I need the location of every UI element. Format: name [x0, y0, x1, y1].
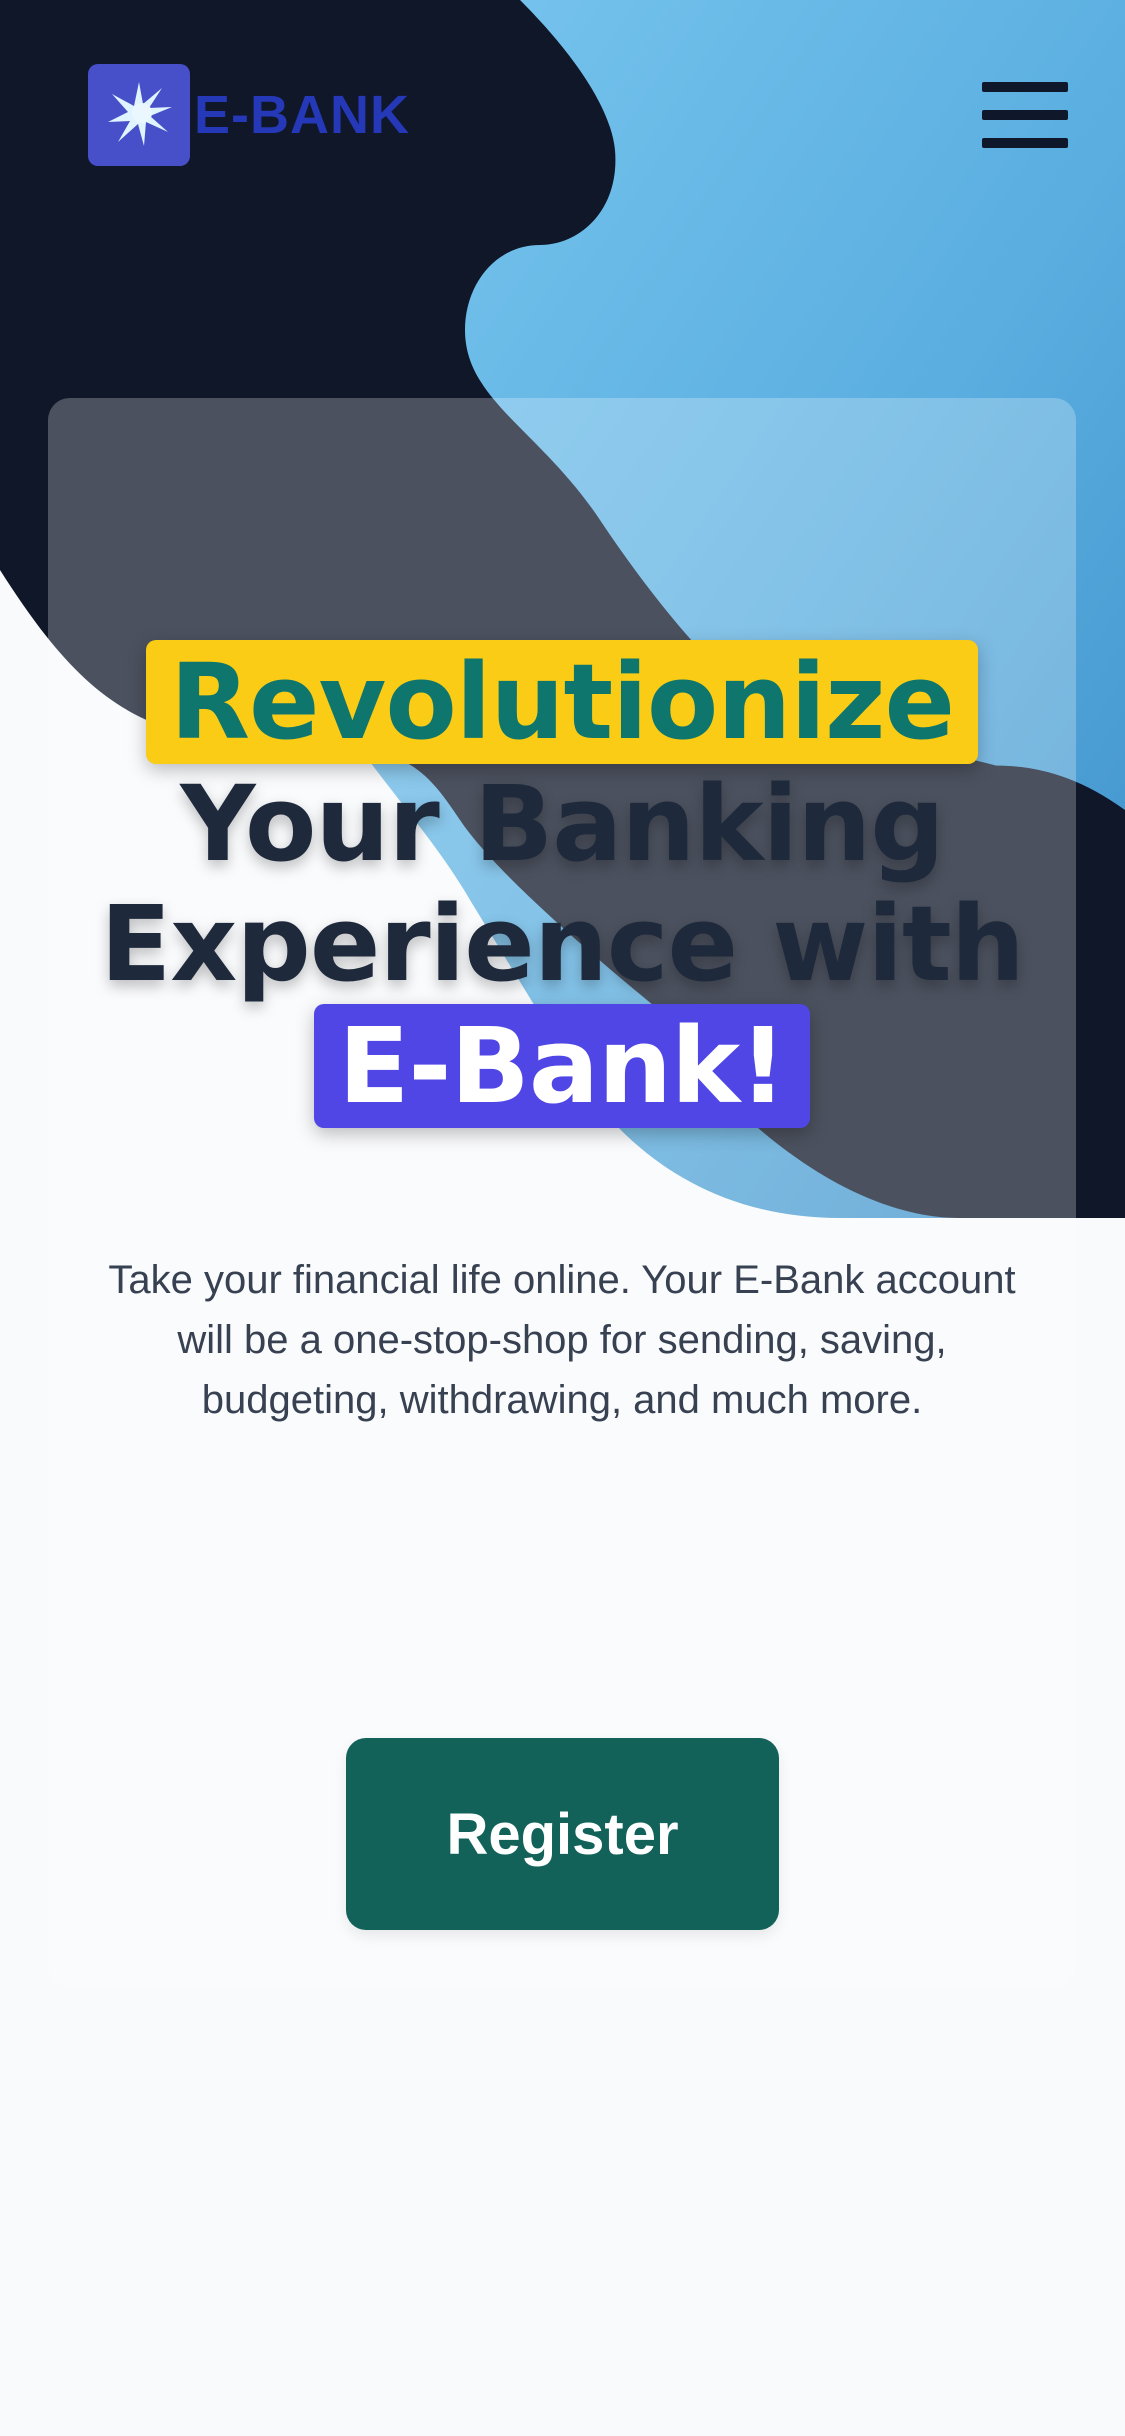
title-highlight-revolutionize: Revolutionize: [145, 640, 979, 764]
register-button[interactable]: Register: [346, 1738, 779, 1930]
menu-bar: [982, 82, 1068, 92]
starburst-icon: [88, 64, 190, 166]
hero-subtitle: Take your financial life online. Your E-…: [108, 1258, 1016, 1422]
title-highlight-ebank: E-Bank!: [314, 1004, 810, 1128]
title-line-3: Experience with: [100, 883, 1025, 1005]
brand-logo[interactable]: E-BANK: [88, 64, 410, 166]
hamburger-menu-icon[interactable]: [982, 82, 1068, 148]
header: E-BANK: [0, 0, 1125, 240]
hero-title: Revolutionize Your Banking Experience wi…: [48, 640, 1076, 1128]
brand-name: E-BANK: [194, 85, 410, 145]
title-line-2: Your Banking: [180, 763, 945, 885]
menu-bar: [982, 138, 1068, 148]
menu-bar: [982, 110, 1068, 120]
